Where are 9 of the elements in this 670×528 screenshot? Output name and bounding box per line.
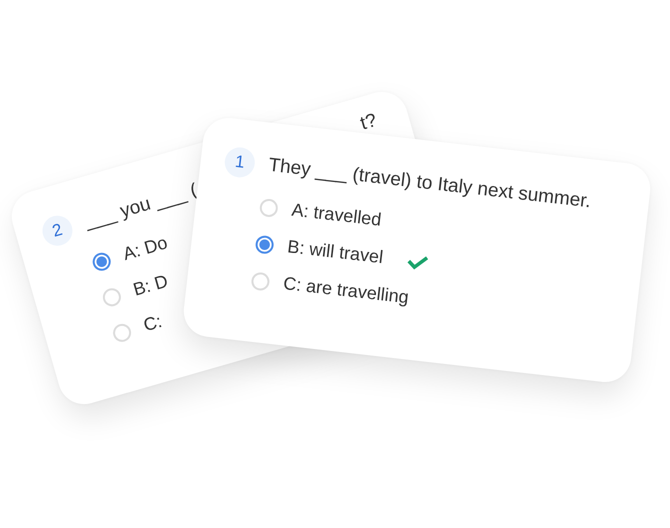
question-text: t? (358, 110, 380, 136)
option-label: B: will travel (286, 236, 384, 268)
option-label: C: are travelling (282, 273, 410, 308)
option-label: C: (141, 310, 164, 336)
question-number: 1 (223, 146, 256, 179)
option-label: A: travelled (290, 200, 382, 231)
radio-button[interactable] (254, 234, 275, 254)
option-label: B: D (130, 270, 170, 301)
option-label: A: Do (120, 232, 170, 265)
